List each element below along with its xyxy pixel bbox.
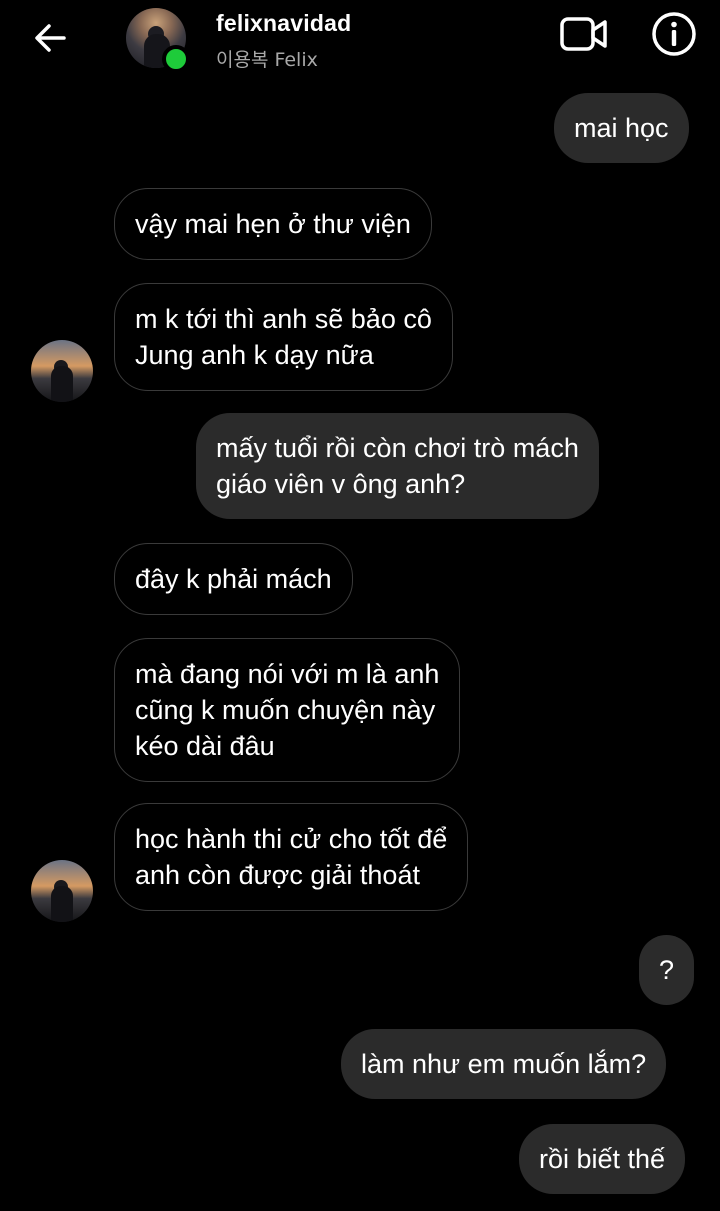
video-call-button[interactable] [556, 12, 612, 56]
conversation-info-button[interactable] [650, 10, 698, 58]
sender-avatar[interactable] [31, 340, 93, 402]
incoming-message[interactable]: vậy mai hẹn ở thư viện [114, 188, 432, 260]
profile-display-name: 이용복 Felix [216, 49, 318, 71]
arrow-left-icon [35, 24, 66, 52]
back-button[interactable] [28, 16, 72, 60]
outgoing-message[interactable]: mấy tuổi rồi còn chơi trò mách giáo viên… [196, 413, 599, 519]
outgoing-message[interactable]: ? [639, 935, 695, 1005]
incoming-message[interactable]: đây k phải mách [114, 543, 353, 615]
sender-avatar[interactable] [31, 860, 93, 922]
video-camera-icon [560, 17, 607, 51]
incoming-message[interactable]: mà đang nói với m là anh cũng k muốn chu… [114, 638, 461, 782]
online-status-indicator [162, 45, 190, 73]
profile-username[interactable]: felixnavidad [216, 10, 351, 37]
incoming-message[interactable]: học hành thi cử cho tốt để anh còn được … [114, 803, 469, 911]
outgoing-message[interactable]: làm như em muốn lắm? [341, 1029, 667, 1099]
info-icon [652, 12, 696, 56]
outgoing-message[interactable]: rồi biết thế [519, 1124, 686, 1194]
outgoing-message[interactable]: mai học [554, 93, 689, 163]
incoming-message[interactable]: m k tới thì anh sẽ bảo cô Jung anh k dạy… [114, 283, 453, 391]
chat-header: felixnavidad 이용복 Felix [0, 0, 720, 84]
